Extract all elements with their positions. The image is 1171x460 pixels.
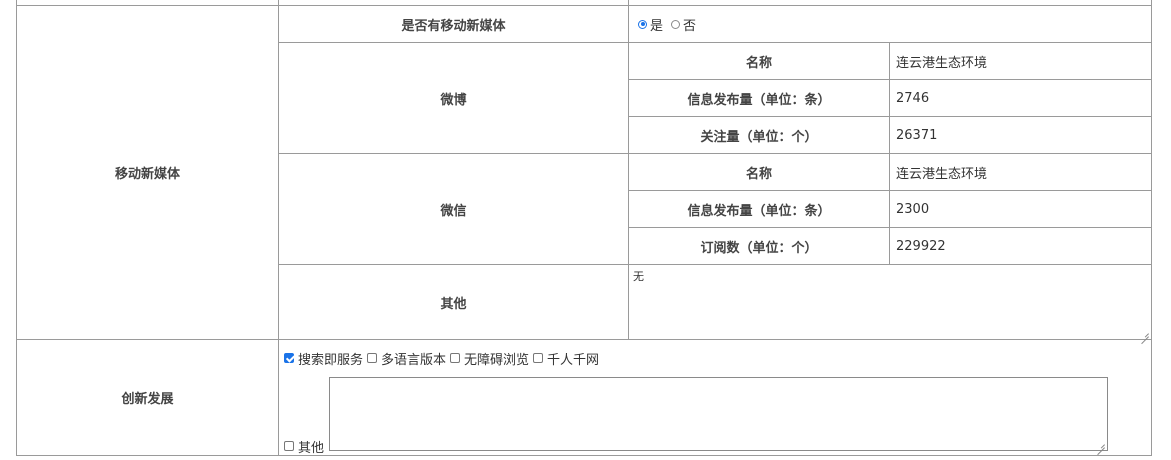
wechat-name-label: 名称 — [745, 166, 772, 182]
option-accessibility[interactable]: 无障碍浏览 — [450, 349, 529, 368]
weibo-name-label: 名称 — [745, 55, 772, 71]
radio-yes-option[interactable]: 是 — [638, 15, 663, 34]
weibo-follow-label: 关注量（单位：个） — [700, 129, 818, 145]
resize-grip-icon[interactable] — [1141, 329, 1149, 337]
mobile-media-section-label: 移动新媒体 — [114, 167, 180, 182]
option-label: 搜索即服务 — [298, 352, 364, 368]
innovation-options: 搜索即服务 多语言版本 无障碍浏览 千人千网 — [284, 349, 603, 368]
radio-no-icon[interactable] — [671, 19, 681, 29]
row-divider — [16, 455, 1152, 456]
weibo-name-value: 连云港生态环境 — [896, 55, 988, 71]
innovation-other-textarea[interactable] — [329, 377, 1108, 451]
wechat-posts-label: 信息发布量（单位：条） — [687, 203, 831, 219]
option-label: 多语言版本 — [381, 352, 447, 368]
wechat-posts-value: 2300 — [896, 201, 930, 217]
checkbox-icon[interactable] — [450, 353, 461, 363]
radio-no-label: 否 — [683, 18, 697, 34]
checkbox-icon[interactable] — [533, 353, 544, 363]
wechat-label: 微信 — [440, 203, 467, 219]
radio-no-option[interactable]: 否 — [671, 15, 696, 34]
col-divider — [1151, 0, 1152, 456]
other-media-label: 其他 — [440, 296, 467, 312]
option-label: 无障碍浏览 — [464, 352, 530, 368]
other-media-textarea[interactable]: 无 — [629, 265, 1151, 339]
wechat-subs-value: 229922 — [896, 238, 946, 254]
has-mobile-media-label: 是否有移动新媒体 — [401, 18, 506, 34]
radio-yes-label: 是 — [650, 18, 664, 34]
radio-yes-icon[interactable] — [638, 19, 647, 29]
checkbox-icon[interactable] — [367, 353, 378, 363]
weibo-label: 微博 — [440, 92, 467, 108]
option-multilingual[interactable]: 多语言版本 — [367, 349, 446, 368]
other-media-text: 无 — [633, 270, 644, 283]
option-label: 千人千网 — [547, 352, 600, 368]
option-other-label: 其他 — [298, 440, 325, 456]
wechat-subs-label: 订阅数（单位：个） — [700, 240, 818, 256]
checkbox-checked-icon[interactable] — [284, 353, 294, 363]
has-mobile-media-radio-group: 是 否 — [629, 6, 1151, 42]
resize-grip-icon[interactable] — [1097, 440, 1105, 448]
checkbox-icon[interactable] — [284, 441, 294, 451]
wechat-name-value: 连云港生态环境 — [896, 166, 988, 182]
innovation-section-label: 创新发展 — [121, 392, 174, 407]
weibo-follow-value: 26371 — [896, 127, 938, 143]
weibo-posts-value: 2746 — [896, 90, 930, 106]
option-search-service[interactable]: 搜索即服务 — [284, 349, 363, 368]
option-other[interactable]: 其他 — [284, 438, 325, 456]
option-personalized[interactable]: 千人千网 — [533, 349, 599, 368]
weibo-posts-label: 信息发布量（单位：条） — [687, 92, 831, 108]
